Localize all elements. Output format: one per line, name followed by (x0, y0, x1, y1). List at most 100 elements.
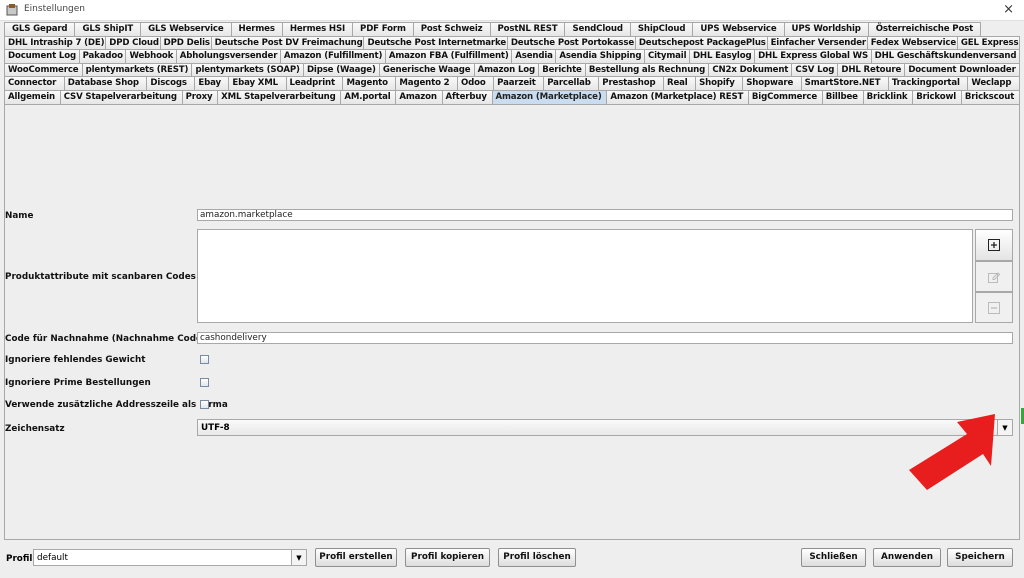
tab-magento[interactable]: Magento (342, 76, 397, 90)
tab-gls-webservice[interactable]: GLS Webservice (140, 22, 232, 36)
tab-ups-worldship[interactable]: UPS Worldship (783, 22, 869, 36)
tab-dhl-easylog[interactable]: DHL Easylog (688, 49, 756, 63)
tab-ups-webservice[interactable]: UPS Webservice (692, 22, 785, 36)
tab-asendia-shipping[interactable]: Asendia Shipping (555, 49, 645, 63)
charset-select[interactable]: UTF-8 ▼ (197, 419, 1013, 436)
tab-citymail[interactable]: Citymail (643, 49, 690, 63)
tab-pakadoo[interactable]: Pakadoo (78, 49, 127, 63)
tab-xml-stapelverarbeitung[interactable]: XML Stapelverarbeitung (217, 89, 342, 104)
tab-real[interactable]: Real (662, 76, 697, 90)
tab-gls-gepard[interactable]: GLS Gepard (4, 22, 76, 36)
tab-ebay-xml[interactable]: Ebay XML (228, 76, 287, 90)
name-input[interactable]: amazon.marketplace (197, 209, 1013, 221)
tab-dhl-intraship-7-de[interactable]: DHL Intraship 7 (DE) (4, 35, 107, 50)
tab-paarzeit[interactable]: Paarzeit (493, 76, 545, 90)
tab-csv-log[interactable]: CSV Log (791, 62, 839, 77)
add-button[interactable] (975, 229, 1013, 261)
tab-hermes[interactable]: Hermes (230, 22, 283, 36)
tab-postnl-rest[interactable]: PostNL REST (489, 22, 566, 36)
tab-amazon-log[interactable]: Amazon Log (473, 62, 540, 77)
close-button[interactable]: Schließen (801, 548, 866, 567)
save-button[interactable]: Speichern (947, 548, 1013, 567)
tab-document-log[interactable]: Document Log (4, 49, 80, 63)
tab-einfacher-versender[interactable]: Einfacher Versender (766, 35, 868, 50)
tab-pdf-form[interactable]: PDF Form (352, 22, 414, 36)
tab-dhl-geschäftskundenversand[interactable]: DHL Geschäftskundenversand (870, 49, 1020, 63)
close-icon[interactable]: × (1003, 2, 1014, 17)
tab-amazon-fulfillment[interactable]: Amazon (Fulfillment) (279, 49, 386, 63)
tab-plentymarkets-rest[interactable]: plentymarkets (REST) (81, 62, 193, 77)
chevron-down-icon[interactable]: ▼ (997, 420, 1012, 435)
tab-csv-stapelverarbeitung[interactable]: CSV Stapelverarbeitung (59, 89, 183, 104)
ignore-prime-checkbox[interactable] (200, 378, 209, 387)
tab-am-portal[interactable]: AM.portal (340, 89, 397, 104)
tab-gel-express[interactable]: GEL Express (956, 35, 1021, 50)
tab-deutsche-post-dv-freimachung[interactable]: Deutsche Post DV Freimachung (210, 35, 365, 50)
tab-connector[interactable]: Connector (4, 76, 65, 90)
tab-ebay[interactable]: Ebay (194, 76, 230, 90)
tab-leadprint[interactable]: Leadprint (285, 76, 344, 90)
tab-bigcommerce[interactable]: BigCommerce (747, 89, 823, 104)
tab-amazon-fba-fulfillment[interactable]: Amazon FBA (Fulfillment) (384, 49, 513, 63)
tab-shopify[interactable]: Shopify (695, 76, 744, 90)
tab-abholungsversender[interactable]: Abholungsversender (175, 49, 281, 63)
tab-brickowl[interactable]: Brickowl (912, 89, 962, 104)
tab-magento-2[interactable]: Magento 2 (395, 76, 458, 90)
tab-dhl-retoure[interactable]: DHL Retoure (837, 62, 906, 77)
tab-generische-waage[interactable]: Generische Waage (378, 62, 475, 77)
tab-cn2x-dokument[interactable]: CN2x Dokument (708, 62, 793, 77)
tab-discogs[interactable]: Discogs (146, 76, 196, 90)
ignore-weight-checkbox[interactable] (200, 355, 209, 364)
tab-shipcloud[interactable]: ShipCloud (629, 22, 694, 36)
tab-prestashop[interactable]: Prestashop (598, 76, 664, 90)
tab-allgemein[interactable]: Allgemein (4, 89, 61, 104)
tab-österreichische-post[interactable]: Österreichische Post (867, 22, 982, 36)
tab-dpd-delis[interactable]: DPD Delis (159, 35, 212, 50)
tab-amazon-marketplace[interactable]: Amazon (Marketplace) (491, 89, 608, 104)
tab-afterbuy[interactable]: Afterbuy (441, 89, 493, 104)
tab-deutsche-post-portokasse[interactable]: Deutsche Post Portokasse (506, 35, 636, 50)
chevron-down-icon[interactable]: ▼ (291, 550, 306, 565)
tab-brickscout[interactable]: Brickscout (960, 89, 1020, 104)
delete-profile-button[interactable]: Profil löschen (498, 548, 576, 567)
tab-shopware[interactable]: Shopware (742, 76, 802, 90)
tab-amazon[interactable]: Amazon (395, 89, 443, 104)
apply-button[interactable]: Anwenden (873, 548, 941, 567)
copy-profile-button[interactable]: Profil kopieren (405, 548, 490, 567)
tab-fedex-webservice[interactable]: Fedex Webservice (866, 35, 958, 50)
tab-weclapp[interactable]: Weclapp (967, 76, 1020, 90)
tab-gls-shipit[interactable]: GLS ShipIT (74, 22, 142, 36)
tab-smartstore-net[interactable]: SmartStore.NET (800, 76, 889, 90)
tab-sendcloud[interactable]: SendCloud (564, 22, 631, 36)
tab-woocommerce[interactable]: WooCommerce (4, 62, 83, 77)
profile-select[interactable]: default ▼ (33, 549, 307, 566)
tab-proxy[interactable]: Proxy (181, 89, 219, 104)
tab-billbee[interactable]: Billbee (821, 89, 864, 104)
tab-deutschepost-packageplus[interactable]: Deutschepost PackagePlus (634, 35, 768, 50)
tab-post-schweiz[interactable]: Post Schweiz (412, 22, 491, 36)
tab-dipse-waage[interactable]: Dipse (Waage) (302, 62, 380, 77)
tab-plentymarkets-soap[interactable]: plentymarkets (SOAP) (191, 62, 304, 77)
tab-asendia[interactable]: Asendia (511, 49, 557, 63)
attributes-list[interactable] (197, 229, 973, 323)
tab-amazon-marketplace-rest[interactable]: Amazon (Marketplace) REST (606, 89, 749, 104)
tab-hermes-hsi[interactable]: Hermes HSI (281, 22, 354, 36)
tab-parcellab[interactable]: Parcellab (543, 76, 600, 90)
tab-document-downloader[interactable]: Document Downloader (904, 62, 1020, 77)
extra-address-checkbox[interactable] (200, 400, 209, 409)
tab-berichte[interactable]: Berichte (538, 62, 586, 77)
create-profile-button[interactable]: Profil erstellen (315, 548, 397, 567)
tab-dhl-express-global-ws[interactable]: DHL Express Global WS (754, 49, 872, 63)
tab-webhook[interactable]: Webhook (125, 49, 177, 63)
tab-bricklink[interactable]: Bricklink (862, 89, 914, 104)
tab-database-shop[interactable]: Database Shop (63, 76, 148, 90)
tab-trackingportal[interactable]: Trackingportal (887, 76, 969, 90)
cod-input[interactable]: cashondelivery (197, 332, 1013, 344)
remove-button[interactable] (975, 292, 1013, 323)
ignore-weight-label: Ignoriere fehlendes Gewicht (5, 355, 146, 365)
tab-dpd-cloud[interactable]: DPD Cloud (105, 35, 161, 50)
tab-bestellung-als-rechnung[interactable]: Bestellung als Rechnung (584, 62, 710, 77)
tab-odoo[interactable]: Odoo (457, 76, 495, 90)
tab-deutsche-post-internetmarke[interactable]: Deutsche Post Internetmarke (363, 35, 508, 50)
edit-button[interactable] (975, 261, 1013, 292)
